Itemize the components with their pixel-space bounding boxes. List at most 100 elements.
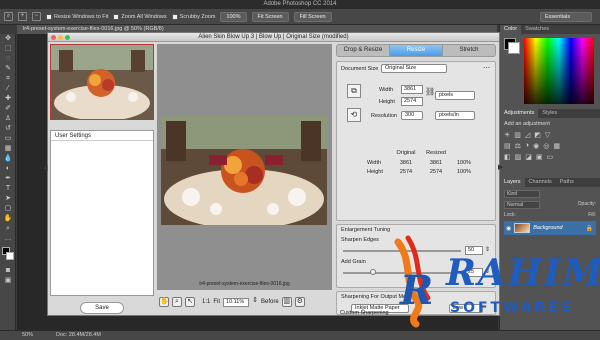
bg-swatch[interactable] <box>508 42 520 54</box>
fit-label[interactable]: Fit <box>213 299 220 305</box>
grain-slider-knob[interactable] <box>369 269 376 275</box>
color-swatches[interactable] <box>0 244 15 266</box>
zoom-tool-icon[interactable]: ⌕ <box>4 12 13 21</box>
brightness-icon[interactable]: ☀ <box>504 131 510 139</box>
type-tool-icon[interactable]: T <box>0 184 16 194</box>
user-settings-panel[interactable]: User Settings <box>50 130 154 296</box>
zoom-window-icon[interactable] <box>65 35 70 40</box>
zoom-stepper-icon[interactable]: ⇕ <box>252 297 258 307</box>
constrain-link-icon[interactable]: ⛓ <box>425 87 435 96</box>
screen-mode-icon[interactable]: ▣ <box>0 276 16 286</box>
tab-swatches[interactable]: Swatches <box>521 25 553 34</box>
units-dropdown[interactable]: pixels <box>435 91 475 100</box>
layer-kind-filter[interactable]: Kind <box>504 190 540 198</box>
quick-mask-icon[interactable]: ◙ <box>0 266 16 276</box>
resolution-orientation-icon[interactable]: ⟲ <box>347 108 361 122</box>
tab-crop-resize[interactable]: Crop & Resize <box>337 45 390 56</box>
pen-tool-icon[interactable]: ✒ <box>0 174 16 184</box>
marquee-tool-icon[interactable]: ⬚ <box>0 44 16 54</box>
visibility-eye-icon[interactable]: ◉ <box>506 225 511 232</box>
levels-icon[interactable]: ▥ <box>514 131 521 139</box>
landscape-orientation-icon[interactable]: ⧉ <box>347 84 361 98</box>
color-picker[interactable] <box>500 34 600 109</box>
background-color[interactable] <box>6 252 14 260</box>
move-tool-icon[interactable]: ✥ <box>0 34 16 44</box>
history-brush-icon[interactable]: ↺ <box>0 124 16 134</box>
document-size-dropdown[interactable]: Original Size <box>381 64 447 73</box>
shape-tool-icon[interactable]: ▢ <box>0 204 16 214</box>
tab-paths[interactable]: Paths <box>556 178 578 187</box>
lasso-tool-icon[interactable]: ◌ <box>0 54 16 64</box>
hand-tool-icon[interactable]: ✋ <box>0 214 16 224</box>
dodge-tool-icon[interactable]: ◐ <box>0 164 16 174</box>
tab-adjustments[interactable]: Adjustments <box>500 109 539 118</box>
resolution-units-dropdown[interactable]: pixels/in <box>435 111 475 120</box>
tab-styles[interactable]: Styles <box>538 109 561 118</box>
preset-menu-icon[interactable]: ⋯ <box>483 64 490 72</box>
before-label[interactable]: Before <box>261 299 279 305</box>
navigator-thumbnail[interactable] <box>50 44 154 121</box>
posterize-icon[interactable]: ▨ <box>515 153 522 161</box>
resolution-dropdown[interactable]: 300 <box>401 111 423 120</box>
resize-windows-checkbox[interactable]: Resize Windows to Fit <box>46 13 108 20</box>
vibrance-icon[interactable]: ▽ <box>545 131 550 139</box>
more-tools-icon[interactable]: … <box>0 234 16 244</box>
threshold-icon[interactable]: ◪ <box>525 153 532 161</box>
tab-resize[interactable]: Resize <box>390 45 443 56</box>
zoom-select[interactable]: 10.11% <box>223 297 250 307</box>
photo-filter-icon[interactable]: ◉ <box>533 142 539 150</box>
collapse-left-icon[interactable]: ◀ <box>42 164 47 172</box>
scrubby-zoom-checkbox[interactable]: Scrubby Zoom <box>171 13 215 20</box>
color-balance-icon[interactable]: ⚖ <box>515 142 521 150</box>
zoom-icon[interactable]: ⌕ <box>172 297 182 307</box>
width-input[interactable]: 3861 <box>401 85 423 94</box>
clone-stamp-icon[interactable]: ♙ <box>0 114 16 124</box>
bw-icon[interactable]: ◑ <box>525 142 529 150</box>
healing-brush-icon[interactable]: ✚ <box>0 94 16 104</box>
fit-screen-button[interactable]: Fit Screen <box>251 11 289 22</box>
exposure-icon[interactable]: ◩ <box>534 131 541 139</box>
blend-mode-dropdown[interactable]: Normal <box>504 201 540 209</box>
preview-filename: lr4-preset-system-exercise-files-0016.jp… <box>199 281 290 287</box>
tab-channels[interactable]: Channels <box>525 178 556 187</box>
invert-icon[interactable]: ◧ <box>504 153 511 161</box>
channel-mixer-icon[interactable]: ◎ <box>543 142 549 150</box>
collapse-right-icon[interactable]: ▶ <box>498 163 503 171</box>
settings-gear-icon[interactable]: ⚙ <box>294 297 305 307</box>
curves-icon[interactable]: ◿ <box>525 131 530 139</box>
tab-color[interactable]: Color <box>500 25 522 34</box>
selective-color-icon[interactable]: ▣ <box>536 153 543 161</box>
zoom-ratio[interactable]: 1:1 <box>202 299 210 305</box>
lookup-icon[interactable]: ▦ <box>553 142 560 150</box>
workspace-dropdown[interactable]: Essentials <box>540 12 592 22</box>
minimize-window-icon[interactable] <box>58 35 63 40</box>
hue-sat-icon[interactable]: ▤ <box>504 142 511 150</box>
eraser-tool-icon[interactable]: ▭ <box>0 134 16 144</box>
zoom-in-icon[interactable]: + <box>18 12 27 21</box>
path-select-icon[interactable]: ➤ <box>0 194 16 204</box>
tab-stretch[interactable]: Stretch <box>443 45 495 56</box>
crop-tool-icon[interactable]: ⌗ <box>0 74 16 84</box>
hand-icon[interactable]: ✋ <box>159 297 169 307</box>
color-spectrum[interactable] <box>524 38 594 104</box>
zoom-out-icon[interactable]: − <box>32 12 41 21</box>
zoom-100-button[interactable]: 100% <box>220 11 247 22</box>
quick-select-icon[interactable]: ✎ <box>0 64 16 74</box>
zoom-tool-icon[interactable]: ⌕ <box>0 224 16 234</box>
fill-screen-button[interactable]: Fill Screen <box>293 11 332 22</box>
pointer-icon[interactable]: ↖ <box>185 297 195 307</box>
height-input[interactable]: 2574 <box>401 97 423 106</box>
eyedropper-icon[interactable]: ⁄ <box>0 84 16 94</box>
gradient-tool-icon[interactable]: ▦ <box>0 144 16 154</box>
close-window-icon[interactable] <box>51 35 56 40</box>
fill-label: Fill: <box>588 212 596 218</box>
tab-layers[interactable]: Layers <box>500 178 525 187</box>
status-zoom[interactable]: 50% <box>22 331 33 340</box>
brush-tool-icon[interactable]: ✐ <box>0 104 16 114</box>
split-view-icon[interactable]: ▥ <box>281 297 292 307</box>
zoom-all-checkbox[interactable]: Zoom All Windows <box>113 13 167 20</box>
gradient-map-icon[interactable]: ▭ <box>547 153 554 161</box>
preview-area[interactable] <box>157 44 332 290</box>
save-button[interactable]: Save <box>80 302 124 314</box>
blur-tool-icon[interactable]: 💧 <box>0 154 16 164</box>
